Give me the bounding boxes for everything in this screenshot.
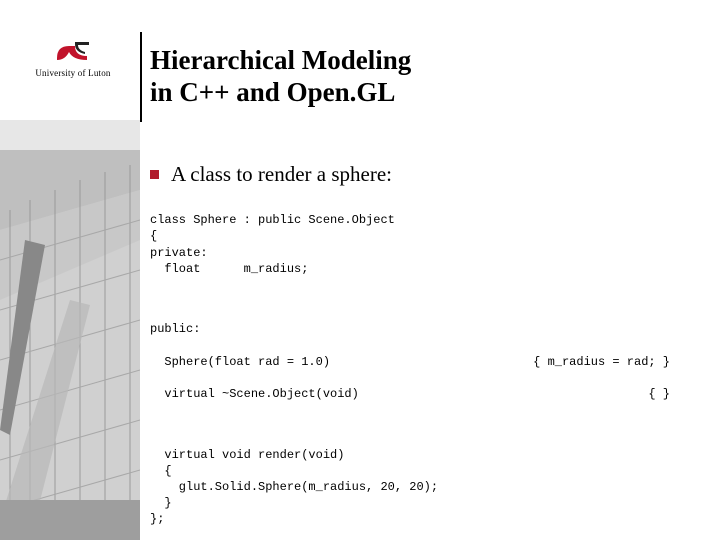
code-ctor-right: { m_radius = rad; } xyxy=(533,354,670,370)
university-logo: University of Luton xyxy=(14,40,132,78)
title-divider xyxy=(140,32,142,122)
code-dtor-left: virtual ~Scene.Object(void) xyxy=(150,386,359,402)
code-dtor-right: { } xyxy=(648,386,670,402)
code-destructor-row: virtual ~Scene.Object(void) { } xyxy=(150,386,670,402)
title-line-2: in C++ and Open.GL xyxy=(150,77,395,107)
code-constructor-row: Sphere(float rad = 1.0) { m_radius = rad… xyxy=(150,354,670,370)
background-building-photo xyxy=(0,0,140,540)
code-block-2: virtual void render(void) { glut.Solid.S… xyxy=(150,447,710,528)
slide-title: Hierarchical Modeling in C++ and Open.GL xyxy=(150,44,690,109)
title-line-1: Hierarchical Modeling xyxy=(150,45,411,75)
bullet-text: A class to render a sphere: xyxy=(171,162,392,187)
code-public-label: public: xyxy=(150,321,710,337)
luton-logo-icon xyxy=(55,40,91,64)
bullet-item: A class to render a sphere: xyxy=(150,162,392,187)
code-block-1: class Sphere : public Scene.Object { pri… xyxy=(150,212,710,277)
code-ctor-left: Sphere(float rad = 1.0) xyxy=(150,354,330,370)
code-listing: class Sphere : public Scene.Object { pri… xyxy=(150,196,710,540)
bullet-square-icon xyxy=(150,170,159,179)
university-logo-text: University of Luton xyxy=(35,68,110,78)
